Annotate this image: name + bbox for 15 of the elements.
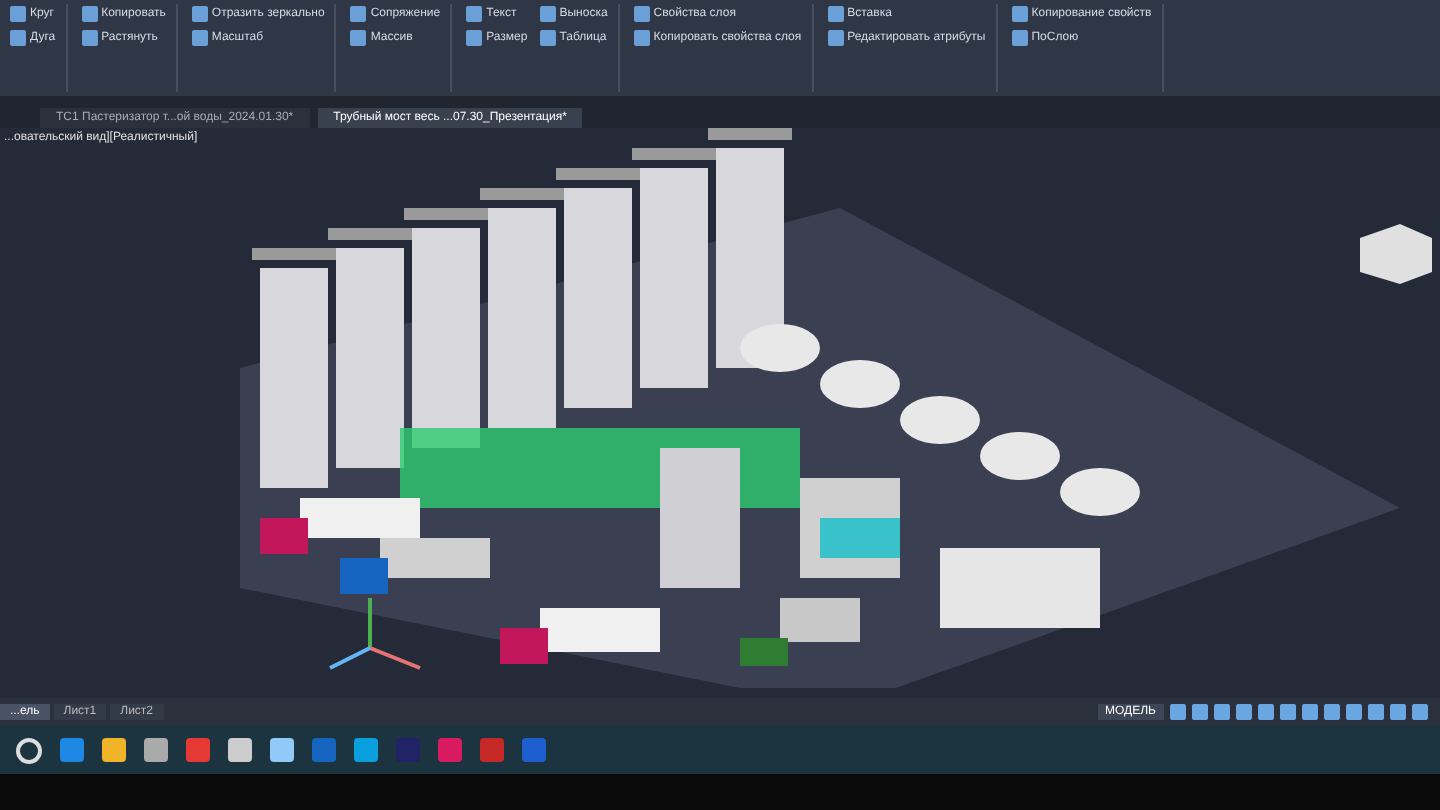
- taskbar-app-icon[interactable]: [396, 738, 420, 762]
- taskbar-app-icon[interactable]: [102, 738, 126, 762]
- taskbar-app-icon[interactable]: [60, 738, 84, 762]
- taskbar-app-icon[interactable]: [480, 738, 504, 762]
- view-cube-icon: [1360, 224, 1432, 284]
- taskbar-app-icon[interactable]: [438, 738, 462, 762]
- ucs-axis-icon: [329, 598, 421, 670]
- search-icon[interactable]: [16, 737, 42, 763]
- taskbar-app-icon[interactable]: [270, 738, 294, 762]
- taskbar-app-icon[interactable]: [228, 738, 252, 762]
- taskbar-app-icon[interactable]: [354, 738, 378, 762]
- taskbar-app-icon[interactable]: [144, 738, 168, 762]
- taskbar-app-icon[interactable]: [186, 738, 210, 762]
- taskbar-app-icon[interactable]: [312, 738, 336, 762]
- taskbar-app-icon[interactable]: [522, 738, 546, 762]
